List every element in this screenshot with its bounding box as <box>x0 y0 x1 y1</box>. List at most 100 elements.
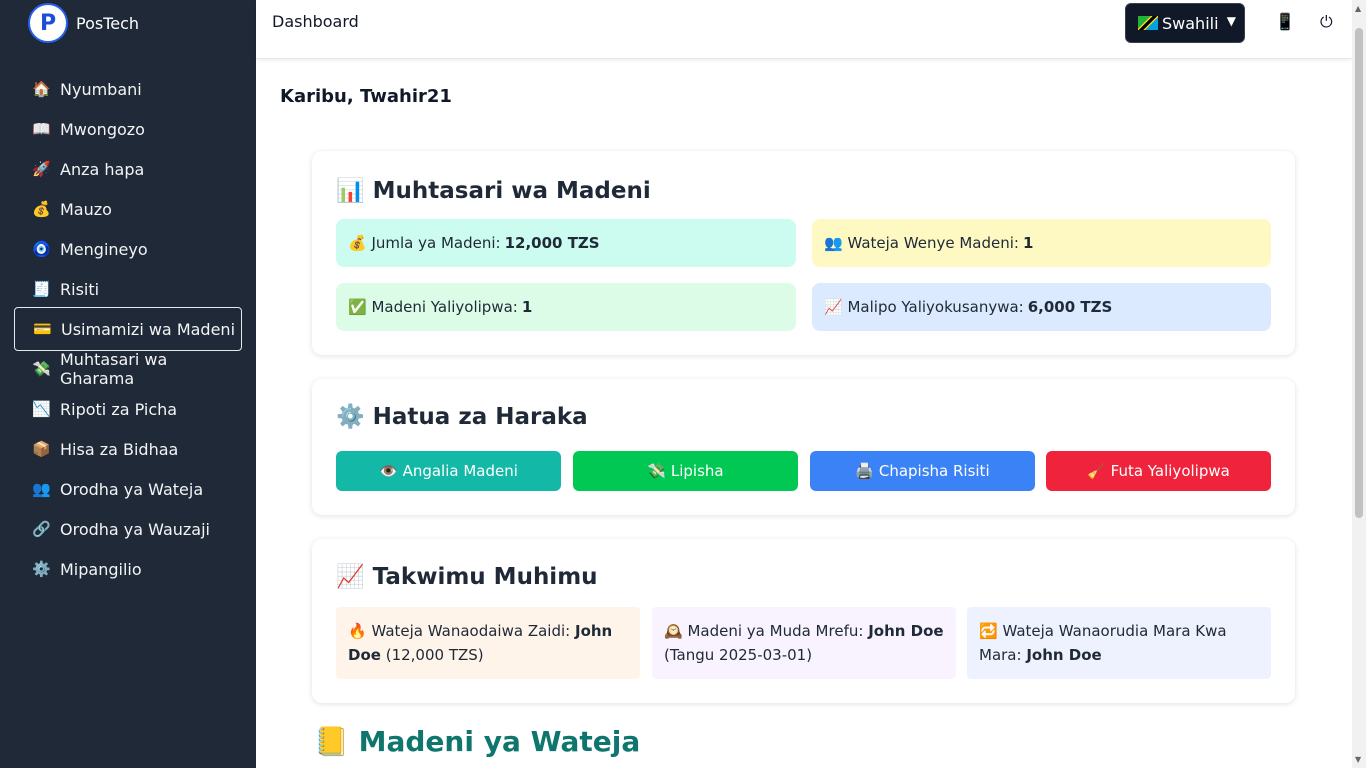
print-receipt-button[interactable]: 🖨️ Chapisha Risiti <box>810 451 1035 491</box>
button-label: Angalia Madeni <box>402 462 518 480</box>
kpi-label: Madeni ya Muda Mrefu: <box>687 622 864 640</box>
postech-logo-icon: P <box>28 3 68 43</box>
sidebar-item-mengineyo[interactable]: 🧿 Mengineyo <box>14 229 242 269</box>
rocket-icon: 🚀 <box>32 160 51 178</box>
sidebar-item-label: Mipangilio <box>60 559 142 579</box>
sidebar-item-anza-hapa[interactable]: 🚀 Anza hapa <box>14 149 242 189</box>
brand-name: PosTech <box>76 13 140 33</box>
button-label: Chapisha Risiti <box>878 462 990 480</box>
sidebar-item-ripoti-za-picha[interactable]: 📉 Ripoti za Picha <box>14 389 242 429</box>
sidebar-item-label: Ripoti za Picha <box>60 399 178 419</box>
sidebar-item-usimamizi-wa-madeni[interactable]: 💳 Usimamizi wa Madeni <box>14 307 242 351</box>
kpi-value: John Doe <box>868 622 944 640</box>
key-statistics-card: 📈 Takwimu Muhimu 🔥 Wateja Wanaodaiwa Zai… <box>312 539 1295 703</box>
key-statistics-heading: Takwimu Muhimu <box>372 564 598 590</box>
stat-label: Jumla ya Madeni: <box>371 234 501 252</box>
collected-payments-stat: 📈 Malipo Yaliyokusanywa: 6,000 TZS <box>812 283 1271 331</box>
broom-icon: 🧹 <box>1087 462 1106 480</box>
sidebar-item-label: Orodha ya Wauzaji <box>60 519 210 539</box>
kpi-value: John Doe <box>1026 646 1102 664</box>
sidebar-nav: 🏠 Nyumbani 📖 Mwongozo 🚀 Anza hapa 💰 Mauzo 🧿 M… <box>14 69 242 589</box>
fire-icon: 🔥 <box>348 622 367 640</box>
customer-debts-heading: 📒 Madeni ya Wateja <box>314 725 640 758</box>
chart-up-icon: 📈 <box>336 564 365 590</box>
kpi-label: Wateja Wanaodaiwa Zaidi: <box>371 622 571 640</box>
delete-paid-button[interactable]: 🧹 Futa Yaliyolipwa <box>1046 451 1271 491</box>
sidebar-item-orodha-ya-wateja[interactable]: 👥 Orodha ya Wateja <box>14 469 242 509</box>
page-title: Dashboard <box>272 12 359 31</box>
sidebar-item-orodha-ya-wauzaji[interactable]: 🔗 Orodha ya Wauzaji <box>14 509 242 549</box>
paid-debts-stat: ✅ Madeni Yaliyolipwa: 1 <box>336 283 796 331</box>
language-select[interactable]: Swahili ▼ <box>1125 3 1245 43</box>
stat-value: 1 <box>521 298 533 316</box>
long-term-debts-stat: 🕰️ Madeni ya Muda Mrefu: John Doe (Tangu… <box>652 607 956 679</box>
button-label: Lipisha <box>670 462 724 480</box>
sidebar-item-label: Orodha ya Wateja <box>60 479 204 499</box>
sidebar-item-label: Mauzo <box>60 199 112 219</box>
credit-card-icon: 💳 <box>33 320 52 338</box>
quick-actions-heading: Hatua za Haraka <box>372 404 588 430</box>
sidebar-item-label: Mengineyo <box>60 239 148 259</box>
button-label: Futa Yaliyolipwa <box>1110 462 1230 480</box>
money-wings-icon: 💸 <box>647 462 667 480</box>
link-icon: 🔗 <box>32 520 51 538</box>
mantelpiece-clock-icon: 🕰️ <box>664 622 683 640</box>
topbar: Dashboard Swahili ▼ 📱 ⏻ <box>256 0 1352 59</box>
stat-value: 12,000 TZS <box>504 234 600 252</box>
power-icon[interactable]: ⏻ <box>1320 12 1333 32</box>
scroll-thumb[interactable] <box>1355 28 1363 518</box>
sidebar-item-muhtasari-wa-gharama[interactable]: 💸 Muhtasari wa Gharama <box>14 349 242 389</box>
stat-label: Malipo Yaliyokusanywa: <box>847 298 1024 316</box>
quick-actions-title: ⚙️ Hatua za Haraka <box>336 403 588 430</box>
kpi-label: Wateja Wanaorudia Mara Kwa Mara: <box>979 622 1227 664</box>
language-value: Swahili <box>1162 13 1219 33</box>
quick-actions-card: ⚙️ Hatua za Haraka 👁️ Angalia Madeni 💸 L… <box>312 379 1295 515</box>
customer-debts-title: Madeni ya Wateja <box>358 725 641 758</box>
eye-icon: 👁️ <box>379 462 398 480</box>
gear-icon: ⚙️ <box>336 404 365 430</box>
money-bag-icon: 💰 <box>348 234 367 252</box>
tanzania-flag-icon <box>1138 16 1158 30</box>
charge-button[interactable]: 💸 Lipisha <box>573 451 798 491</box>
scroll-down-icon[interactable]: ▼ <box>1355 755 1361 764</box>
customers-with-debts-stat: 👥 Wateja Wenye Madeni: 1 <box>812 219 1271 267</box>
brand[interactable]: P PosTech <box>28 2 139 44</box>
chart-up-icon: 📈 <box>824 298 843 316</box>
package-icon: 📦 <box>32 440 51 458</box>
total-debts-stat: 💰 Jumla ya Madeni: 12,000 TZS <box>336 219 796 267</box>
sidebar-item-label: Nyumbani <box>60 79 142 99</box>
stat-label: Wateja Wenye Madeni: <box>847 234 1019 252</box>
book-icon: 📖 <box>32 120 51 138</box>
stat-value: 6,000 TZS <box>1027 298 1113 316</box>
gear-icon: ⚙️ <box>32 560 51 578</box>
sidebar-item-mwongozo[interactable]: 📖 Mwongozo <box>14 109 242 149</box>
sidebar-item-mauzo[interactable]: 💰 Mauzo <box>14 189 242 229</box>
sidebar-item-hisa-za-bidhaa[interactable]: 📦 Hisa za Bidhaa <box>14 429 242 469</box>
key-statistics-title: 📈 Takwimu Muhimu <box>336 563 598 590</box>
debt-summary-title: 📊 Muhtasari wa Madeni <box>336 177 651 204</box>
debt-summary-card: 📊 Muhtasari wa Madeni 💰 Jumla ya Madeni:… <box>312 151 1295 355</box>
stat-label: Madeni Yaliyolipwa: <box>371 298 518 316</box>
users-icon: 👥 <box>32 480 51 498</box>
home-icon: 🏠 <box>32 80 51 98</box>
check-mark-icon: ✅ <box>348 298 367 316</box>
repeat-icon: 🔁 <box>979 622 998 640</box>
chevron-down-icon: ▼ <box>1226 14 1236 28</box>
ledger-icon: 📒 <box>314 725 349 758</box>
receipt-icon: 🧾 <box>32 280 51 298</box>
mobile-phone-icon[interactable]: 📱 <box>1275 12 1295 31</box>
sidebar-item-mipangilio[interactable]: ⚙️ Mipangilio <box>14 549 242 589</box>
sidebar-item-label: Muhtasari wa Gharama <box>60 350 168 388</box>
sidebar-item-risiti[interactable]: 🧾 Risiti <box>14 269 242 309</box>
stat-value: 1 <box>1022 234 1034 252</box>
money-bag-icon: 💰 <box>32 200 51 218</box>
repeat-customers-stat: 🔁 Wateja Wanaorudia Mara Kwa Mara: John … <box>967 607 1271 679</box>
welcome-text: Karibu, Twahir21 <box>280 86 452 107</box>
sidebar-item-label: Anza hapa <box>60 159 145 179</box>
page-scrollbar[interactable]: ▲ ▼ <box>1352 0 1366 768</box>
scroll-up-icon[interactable]: ▲ <box>1355 4 1361 13</box>
sidebar-item-nyumbani[interactable]: 🏠 Nyumbani <box>14 69 242 109</box>
sidebar-item-label: Risiti <box>60 279 100 299</box>
view-debts-button[interactable]: 👁️ Angalia Madeni <box>336 451 561 491</box>
bar-chart-icon: 📊 <box>336 178 365 204</box>
